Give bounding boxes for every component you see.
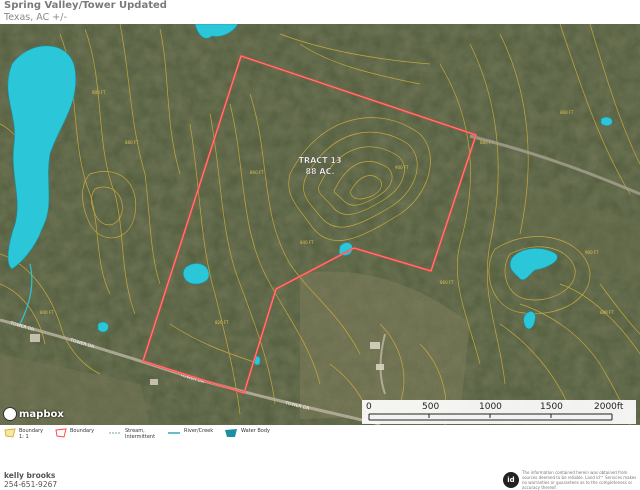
agent-name: kelly brooks <box>4 471 56 480</box>
pond-water-body <box>182 263 210 285</box>
legend-label: Boundary <box>70 428 95 434</box>
disclaimer-text: The information contained herein was obt… <box>522 470 637 490</box>
legend-item: Water Body <box>224 428 271 438</box>
map-title: Spring Valley/Tower Updated <box>4 0 167 11</box>
scale-label: 1500 <box>540 402 563 412</box>
tract-acreage-label: 88 AC. <box>305 167 334 176</box>
contour-label: 860 FT <box>440 280 454 285</box>
legend-item: Boundary 1: 1 <box>4 428 47 440</box>
structure <box>30 334 40 342</box>
land-id-logo-icon: id <box>503 472 519 488</box>
map-header: Spring Valley/Tower Updated Texas, AC +/… <box>4 0 167 24</box>
legend-item: Boundary <box>55 428 100 438</box>
mapbox-wordmark: mapbox <box>19 408 64 420</box>
scale-label: 2000ft <box>594 402 624 412</box>
boundary-polygon-icon <box>4 428 16 438</box>
boundary-outline-icon <box>55 428 67 438</box>
contour-label: 840 FT <box>40 310 54 315</box>
scale-bar: 0 500 1000 1500 2000ft <box>362 400 636 424</box>
legend-label: Boundary 1: 1 <box>19 428 44 440</box>
scale-label: 500 <box>422 402 440 412</box>
contour-label: 880 FT <box>600 310 614 315</box>
mapbox-logo-icon <box>4 408 16 420</box>
contour-label: 880 FT <box>125 140 139 145</box>
mapbox-attribution[interactable]: mapbox <box>4 408 64 420</box>
map-subtitle: Texas, AC +/- <box>4 12 67 23</box>
map-canvas[interactable]: 900 FT 880 FT 860 FT 840 FT 820 FT 900 F… <box>0 24 640 425</box>
water-body-icon <box>225 429 237 437</box>
river-creek-icon <box>168 432 180 434</box>
structure <box>370 342 380 349</box>
map-legend: Boundary 1: 1 Boundary Stream, Intermitt… <box>4 428 271 448</box>
contour-label: 860 FT <box>560 110 574 115</box>
legend-label: Stream, Intermittent <box>125 428 156 440</box>
tract-name-label: TRACT 13 <box>298 156 341 165</box>
legend-label: Water Body <box>241 428 270 434</box>
pond-water-body <box>97 321 109 333</box>
contour-label: 840 FT <box>300 240 314 245</box>
contour-label: 900 FT <box>585 250 599 255</box>
stream-intermittent-icon <box>109 432 121 434</box>
agent-phone: 254-651-9267 <box>4 480 58 489</box>
pond-water-body <box>600 116 613 126</box>
scale-label: 0 <box>366 402 372 412</box>
satellite-map[interactable]: 900 FT 880 FT 860 FT 840 FT 820 FT 900 F… <box>0 24 640 425</box>
legend-label: River/Creek <box>184 428 214 434</box>
scale-label: 1000 <box>479 402 502 412</box>
structure <box>150 379 158 385</box>
contour-label: 900 FT <box>395 165 409 170</box>
legend-item: River/Creek <box>167 428 216 438</box>
contour-label: 900 FT <box>92 90 106 95</box>
contour-label: 820 FT <box>215 320 229 325</box>
structure <box>376 364 384 370</box>
contour-label: 860 FT <box>250 170 264 175</box>
legend-item: Stream, Intermittent <box>108 428 159 440</box>
